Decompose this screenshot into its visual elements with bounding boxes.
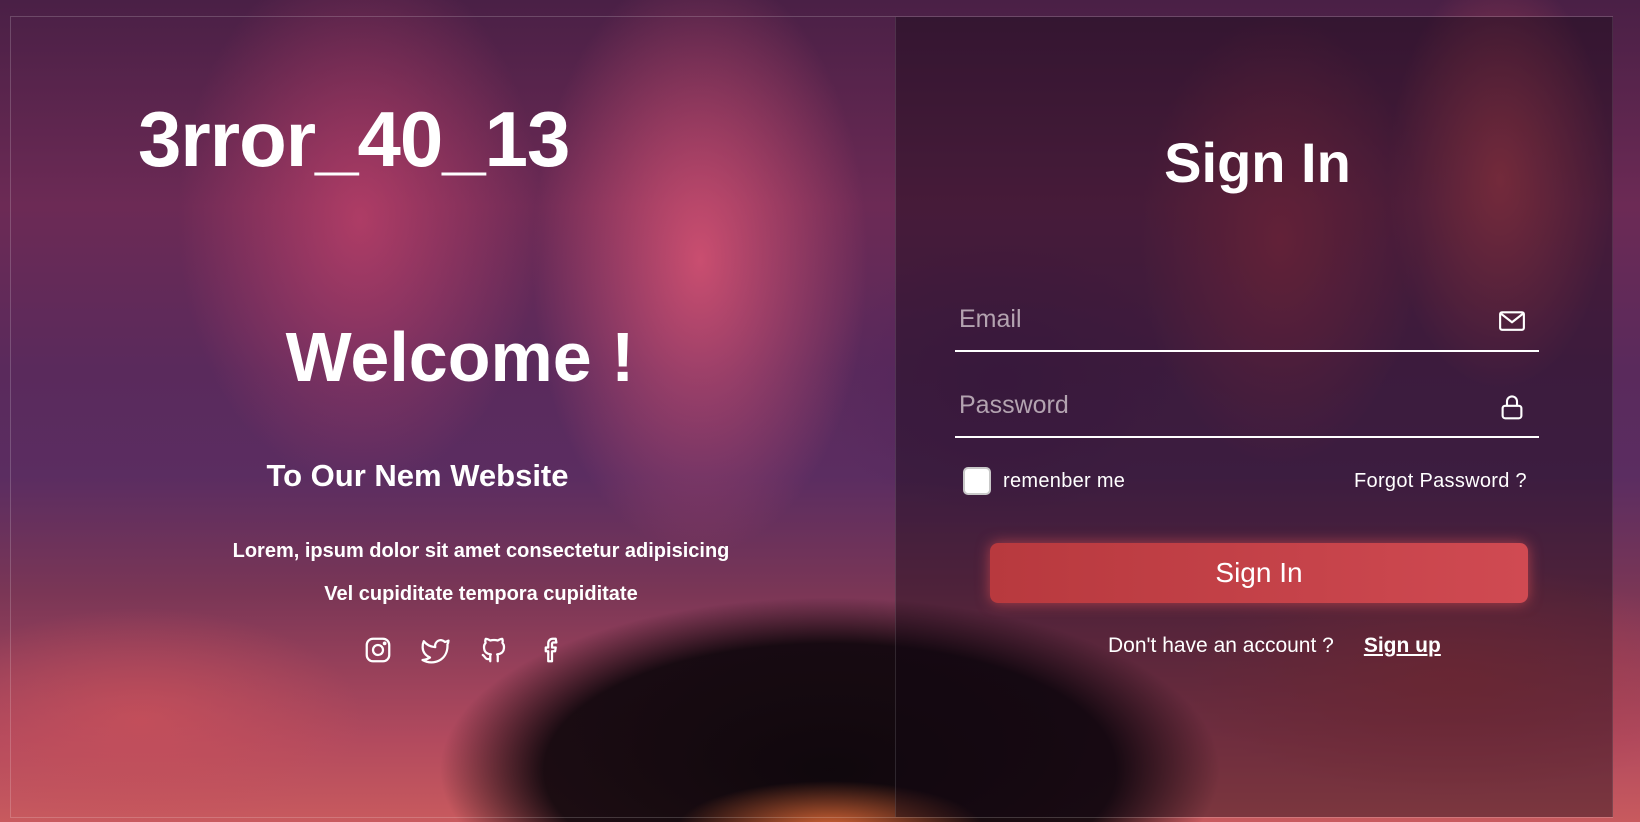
password-input[interactable] <box>959 386 1459 424</box>
facebook-icon[interactable] <box>536 634 568 666</box>
no-account-text: Don't have an account ? <box>1108 634 1334 657</box>
sign-in-button[interactable]: Sign In <box>990 543 1528 603</box>
brand-logo-text: 3rror_40_13 <box>138 95 570 183</box>
social-links <box>362 634 568 666</box>
signup-prompt: Don't have an account ? Sign up <box>1108 634 1441 658</box>
email-input[interactable] <box>959 300 1459 338</box>
remember-me-label: remenber me <box>1003 469 1126 492</box>
forgot-password-link[interactable]: Forgot Password ? <box>1354 470 1527 493</box>
envelope-icon <box>1497 306 1527 336</box>
twitter-icon[interactable] <box>420 634 452 666</box>
email-field-wrapper <box>955 300 1539 352</box>
password-field-wrapper <box>955 386 1539 438</box>
lock-icon <box>1497 392 1527 422</box>
instagram-icon[interactable] <box>362 634 394 666</box>
remember-me-option[interactable]: remenber me <box>963 467 1125 495</box>
github-icon[interactable] <box>478 634 510 666</box>
sign-in-heading: Sign In <box>1164 131 1351 194</box>
welcome-heading: Welcome ! <box>285 318 635 396</box>
sign-up-link[interactable]: Sign up <box>1364 634 1441 658</box>
description-line-2: Vel cupiditate tempora cupiditate <box>324 583 638 605</box>
remember-me-checkbox[interactable] <box>963 467 991 495</box>
welcome-subtitle: To Our Nem Website <box>266 458 569 493</box>
description-line-1: Lorem, ipsum dolor sit amet consectetur … <box>232 540 730 562</box>
